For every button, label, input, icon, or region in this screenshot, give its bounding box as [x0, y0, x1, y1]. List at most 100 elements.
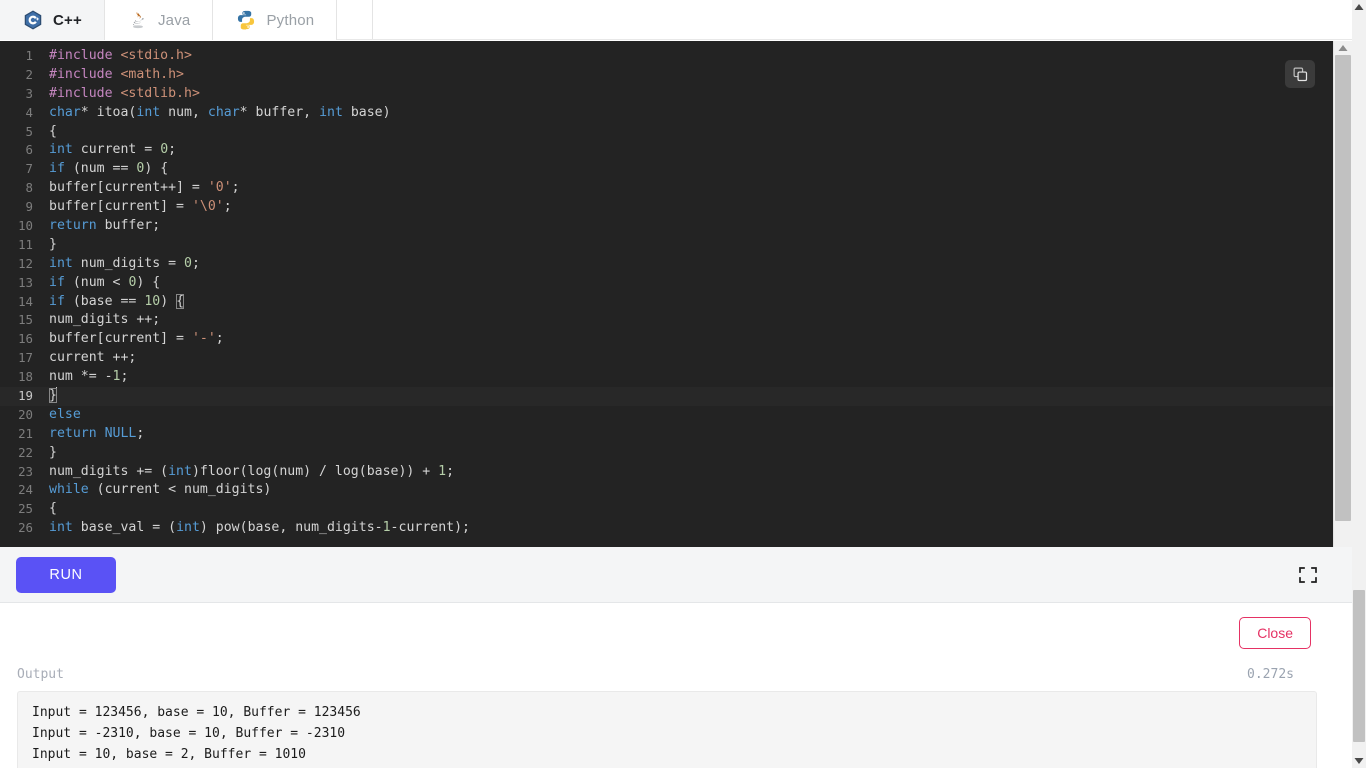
python-logo-icon [235, 9, 257, 31]
code-line[interactable]: 22} [0, 444, 1333, 463]
code-text: if (num == 0) { [49, 161, 169, 177]
editor-scrollbar-thumb[interactable] [1335, 55, 1351, 521]
tab-python[interactable]: Python [213, 0, 338, 40]
code-text: current ++; [49, 350, 137, 366]
code-line[interactable]: 20 else [0, 406, 1333, 425]
line-number: 21 [18, 425, 33, 441]
tab-java-label: Java [157, 11, 191, 29]
collapse-icon [1299, 567, 1317, 583]
page-scroll-down-arrow [1354, 758, 1364, 764]
editor-vertical-scrollbar[interactable] [1333, 41, 1352, 547]
code-line[interactable]: 26 int base_val = (int) pow(base, num_dig… [0, 519, 1333, 538]
code-text: buffer[current++] = '0'; [49, 180, 240, 196]
line-number: 8 [25, 180, 33, 196]
code-line[interactable]: 6 int current = 0; [0, 141, 1333, 160]
code-text: #include <math.h> [49, 66, 185, 82]
code-line[interactable]: 1 #include <stdio.h> [0, 47, 1333, 66]
line-number: 9 [25, 199, 33, 215]
code-line[interactable]: 5{ [0, 123, 1333, 142]
line-number: 15 [18, 312, 33, 328]
line-number: 24 [18, 482, 33, 498]
collapse-editor-button[interactable] [1297, 564, 1319, 586]
line-number: 20 [18, 406, 33, 422]
line-number: 13 [18, 274, 33, 290]
code-line[interactable]: 24 while (current < num_digits) [0, 481, 1333, 500]
code-line[interactable]: 19} [0, 387, 1333, 406]
page-scrollbar-thumb[interactable] [1353, 590, 1365, 742]
code-line[interactable]: 14 if (base == 10) { [0, 293, 1333, 312]
line-number: 1 [25, 48, 33, 63]
code-line[interactable]: 7 if (num == 0) { [0, 160, 1333, 179]
line-number: 14 [18, 293, 33, 309]
line-number: 22 [18, 444, 33, 460]
code-text: char* itoa(int num, char* buffer, int ba… [49, 104, 391, 120]
code-line[interactable]: 12 int num_digits = 0; [0, 255, 1333, 274]
code-line[interactable]: 17 current ++; [0, 349, 1333, 368]
code-text: } [49, 236, 57, 252]
tab-bar-empty-area [373, 0, 1352, 39]
code-line[interactable]: 11} [0, 236, 1333, 255]
execution-time: 0.272s [1247, 667, 1294, 682]
output-line: Input = 123456, base = 10, Buffer = 1234… [32, 705, 361, 720]
tab-java[interactable]: Java [104, 0, 214, 40]
cpp-logo-icon [22, 9, 44, 31]
language-tab-bar: C++ Java Python [0, 0, 1352, 40]
code-line[interactable]: 10 return buffer; [0, 217, 1333, 236]
tab-python-label: Python [266, 11, 315, 29]
code-text: { [49, 501, 57, 517]
code-line[interactable]: 3 #include <stdlib.h> [0, 85, 1333, 104]
code-line[interactable]: 18 num *= -1; [0, 368, 1333, 387]
editor-scroll-up-arrow[interactable] [1334, 41, 1352, 55]
code-line[interactable]: 8 buffer[current++] = '0'; [0, 179, 1333, 198]
line-number: 7 [25, 161, 33, 177]
output-console[interactable]: Input = 123456, base = 10, Buffer = 1234… [17, 691, 1317, 768]
line-number: 17 [18, 350, 33, 366]
close-output-button[interactable]: Close [1239, 617, 1311, 649]
code-line[interactable]: 15 num_digits ++; [0, 311, 1333, 330]
editor-toolbar: RUN [0, 547, 1352, 603]
code-text: if (num < 0) { [49, 274, 161, 290]
line-number: 16 [18, 331, 33, 347]
line-number: 12 [18, 255, 33, 271]
line-number: 3 [25, 85, 33, 101]
tab-cpp-label: C++ [53, 11, 82, 29]
code-text: else [49, 406, 81, 422]
code-line[interactable]: 23 num_digits += (int)floor(log(num) / lo… [0, 463, 1333, 482]
code-line[interactable]: 21 return NULL; [0, 425, 1333, 444]
output-label: Output [17, 667, 64, 682]
line-number: 19 [18, 388, 33, 404]
code-line[interactable]: 4 char* itoa(int num, char* buffer, int b… [0, 104, 1333, 123]
tab-cpp[interactable]: C++ [0, 0, 105, 40]
code-line[interactable]: 2 #include <math.h> [0, 66, 1333, 85]
line-number: 10 [18, 218, 33, 234]
code-text: num_digits ++; [49, 312, 161, 328]
line-number: 25 [18, 501, 33, 517]
code-text: #include <stdlib.h> [49, 85, 200, 101]
tab-bar-divider [337, 0, 374, 39]
code-text: while (current < num_digits) [49, 482, 272, 498]
output-line: Input = -2310, base = 10, Buffer = -2310 [32, 726, 346, 741]
line-number: 2 [25, 66, 33, 82]
output-line: Input = 10, base = 2, Buffer = 1010 [32, 747, 306, 762]
run-button[interactable]: RUN [16, 557, 116, 593]
code-lines-container[interactable]: 1 #include <stdio.h> 2 #include <math.h> 3 #i… [0, 41, 1333, 547]
code-line[interactable]: 16 buffer[current] = '-'; [0, 330, 1333, 349]
java-logo-icon [127, 9, 149, 31]
code-line[interactable]: 9 buffer[current] = '\0'; [0, 198, 1333, 217]
code-text: return buffer; [49, 218, 161, 234]
code-text: return NULL; [49, 425, 145, 441]
page-vertical-scrollbar[interactable] [1352, 0, 1366, 768]
line-number: 4 [25, 104, 33, 120]
code-text: { [49, 123, 57, 139]
code-line[interactable]: 25 { [0, 500, 1333, 519]
code-editor[interactable]: 1 #include <stdio.h> 2 #include <math.h> 3 #i… [0, 41, 1333, 547]
output-panel: Close Output 0.272s Input = 123456, base… [0, 603, 1352, 768]
code-line[interactable]: 13 if (num < 0) { [0, 274, 1333, 293]
code-text: } [49, 444, 57, 460]
line-number: 5 [25, 123, 33, 139]
code-text: } [49, 387, 57, 404]
line-number: 18 [18, 369, 33, 385]
copy-icon [1293, 67, 1307, 81]
page-viewport: C++ Java Python 1 #include <stdio.h> 2 #… [0, 0, 1352, 768]
copy-code-button[interactable] [1285, 60, 1315, 88]
